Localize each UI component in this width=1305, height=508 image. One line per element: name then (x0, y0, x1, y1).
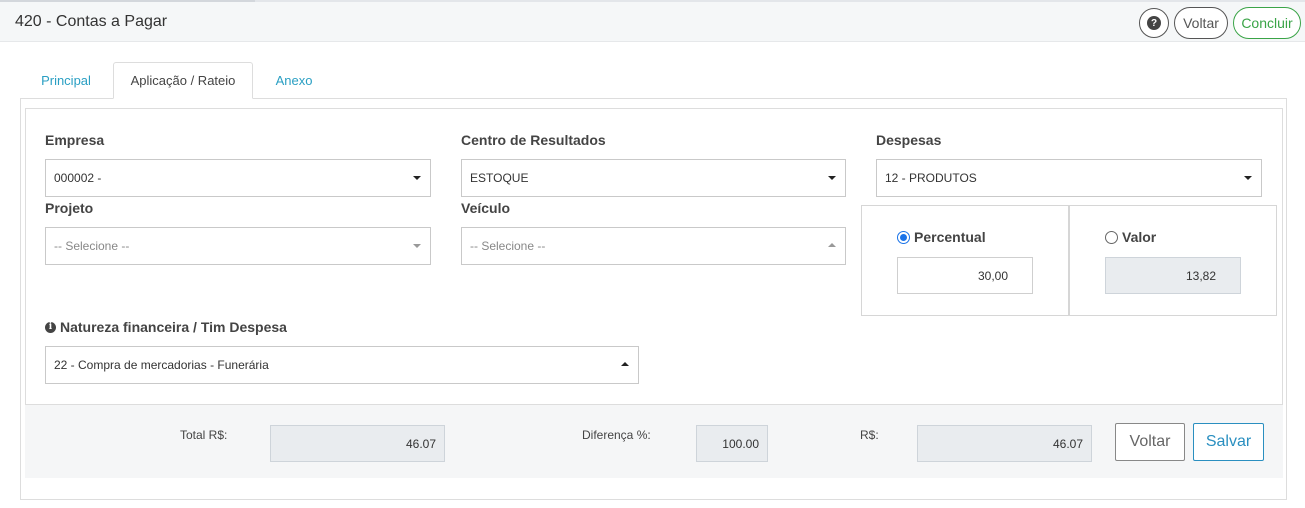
caret-down-icon (413, 176, 421, 180)
natureza-label-text: Natureza financeira / Tim Despesa (60, 319, 287, 335)
caret-down-icon (828, 176, 836, 180)
despesas-label: Despesas (876, 132, 942, 148)
veiculo-select[interactable]: -- Selecione -- (461, 227, 846, 265)
diferenca-label: Diferença %: (582, 428, 651, 442)
diferenca-value: 100.00 (696, 425, 768, 462)
projeto-label: Projeto (45, 200, 94, 216)
caret-up-icon (828, 243, 836, 247)
valor-label: Valor (1122, 229, 1157, 245)
info-circle-icon: i (45, 321, 56, 333)
veiculo-label: Veículo (461, 200, 511, 216)
caret-up-icon (621, 362, 629, 366)
question-circle-icon: ? (1147, 16, 1161, 30)
empresa-select[interactable]: 000002 - (45, 159, 431, 197)
projeto-placeholder: -- Selecione -- (54, 239, 130, 253)
tab-aplicacao-rateio[interactable]: Aplicação / Rateio (113, 62, 253, 99)
page-header: 420 - Contas a Pagar ? Voltar Concluir (0, 2, 1305, 42)
concluir-button[interactable]: Concluir (1233, 7, 1301, 39)
projeto-select[interactable]: -- Selecione -- (45, 227, 431, 265)
rs-label: R$: (860, 428, 879, 442)
veiculo-placeholder: -- Selecione -- (470, 239, 546, 253)
voltar-top-button[interactable]: Voltar (1174, 7, 1228, 39)
valor-radio[interactable]: Valor (1105, 229, 1156, 245)
despesas-select[interactable]: 12 - PRODUTOS (876, 159, 1262, 197)
percentual-label: Percentual (914, 229, 986, 245)
tab-anexo[interactable]: Anexo (256, 62, 332, 99)
page-title: 420 - Contas a Pagar (15, 13, 168, 30)
natureza-label: i Natureza financeira / Tim Despesa (45, 319, 287, 335)
despesas-value: 12 - PRODUTOS (885, 171, 977, 185)
centro-resultados-select[interactable]: ESTOQUE (461, 159, 846, 197)
radio-checked-icon (897, 230, 910, 244)
caret-down-icon (413, 244, 421, 248)
radio-unchecked-icon (1105, 230, 1118, 244)
centro-resultados-value: ESTOQUE (470, 171, 529, 185)
salvar-button[interactable]: Salvar (1193, 423, 1264, 461)
voltar-button[interactable]: Voltar (1115, 423, 1185, 461)
percentual-radio[interactable]: Percentual (897, 229, 986, 245)
rs-value: 46.07 (917, 425, 1092, 462)
empresa-label: Empresa (45, 132, 105, 148)
natureza-value: 22 - Compra de mercadorias - Funerária (54, 358, 269, 372)
caret-down-icon (1244, 176, 1252, 180)
natureza-select[interactable]: 22 - Compra de mercadorias - Funerária (45, 346, 639, 384)
total-label: Total R$: (180, 428, 228, 442)
empresa-select-value: 000002 - (54, 171, 102, 185)
valor-input: 13,82 (1105, 257, 1241, 294)
centro-resultados-label: Centro de Resultados (461, 132, 606, 148)
tab-principal[interactable]: Principal (20, 62, 112, 99)
total-value: 46.07 (270, 425, 445, 462)
help-button[interactable]: ? (1139, 8, 1169, 38)
percentual-input[interactable]: 30,00 (897, 257, 1033, 294)
